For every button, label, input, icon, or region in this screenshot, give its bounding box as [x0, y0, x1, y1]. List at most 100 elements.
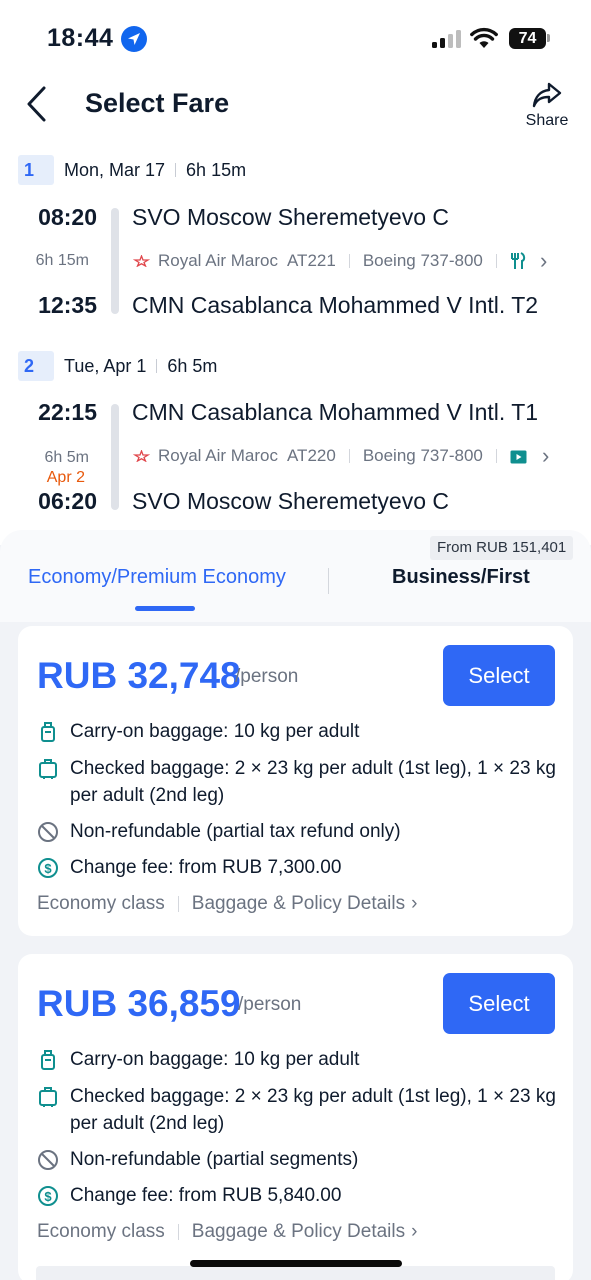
tab-business[interactable]: Business/First — [392, 566, 530, 589]
page-title: Select Fare — [85, 88, 230, 118]
divider — [495, 449, 497, 463]
divider — [177, 1224, 179, 1240]
chevron-left-icon — [27, 86, 46, 122]
airline-name: Royal Air Maroc — [158, 251, 278, 270]
carry-on-text: Carry-on baggage: 10 kg per adult — [70, 721, 360, 742]
carry-on-bag-icon — [41, 722, 55, 742]
departure-airport: CMN Casablanca Mohammed V Intl. T1 — [132, 399, 539, 425]
dollar-icon: $ — [38, 858, 58, 878]
business-price-badge: From RUB 151,401 — [430, 536, 574, 560]
policy-details-link[interactable]: Baggage & Policy Details — [192, 1221, 405, 1243]
entertainment-icon — [510, 450, 527, 463]
leg-duration: 6h 15m — [186, 159, 247, 180]
meal-icon — [510, 252, 525, 269]
leg-2-header: 2 Tue, Apr 1 6h 5m — [18, 351, 217, 381]
cabin-class: Economy class — [37, 893, 165, 914]
leg-date: Tue, Apr 1 — [64, 355, 147, 376]
arrival-airport: CMN Casablanca Mohammed V Intl. T2 — [132, 292, 539, 318]
cabin-class: Economy class — [37, 1221, 165, 1242]
chevron-right-icon: › — [411, 1221, 418, 1242]
per-person-label: /person — [238, 994, 302, 1015]
checked-bag-icon — [39, 759, 57, 779]
checked-bag-feature: Checked baggage: 2 × 23 kg per adult (1s… — [37, 1083, 557, 1137]
refund-feature: Non-refundable (partial segments) — [37, 1146, 557, 1173]
per-person-label: /person — [235, 666, 299, 687]
checked-bag-feature: Checked baggage: 2 × 23 kg per adult (1s… — [37, 755, 557, 809]
svg-text:$: $ — [44, 1189, 52, 1204]
airline-logo-icon — [133, 255, 150, 267]
refund-text: Non-refundable (partial segments) — [70, 1149, 359, 1170]
flight-duration: 6h 5m — [44, 449, 89, 466]
fare-card: RUB 36,859 /person Select Carry-on bagga… — [18, 954, 573, 1280]
tab-economy[interactable]: Economy/Premium Economy — [28, 566, 286, 589]
cellular-signal-icon — [432, 30, 462, 48]
active-tab-indicator — [135, 606, 195, 611]
select-button[interactable]: Select — [443, 645, 555, 706]
refund-text: Non-refundable (partial tax refund only) — [70, 821, 401, 842]
change-fee-text: Change fee: from RUB 7,300.00 — [70, 857, 342, 878]
share-label: Share — [525, 112, 569, 129]
flight-number: AT220 — [286, 446, 336, 465]
leg-1-header: 1 Mon, Mar 17 6h 15m — [18, 155, 246, 185]
fare-price: RUB 36,859 — [37, 983, 241, 1024]
aircraft-type: Boeing 737-800 — [362, 251, 483, 270]
chevron-right-icon[interactable]: › — [540, 248, 547, 274]
select-button[interactable]: Select — [443, 973, 555, 1034]
next-day-label: Apr 2 — [46, 469, 85, 486]
change-fee-text: Change fee: from RUB 5,840.00 — [70, 1185, 342, 1206]
airline-name: Royal Air Maroc — [158, 446, 278, 465]
divider — [156, 359, 158, 373]
back-button[interactable] — [20, 84, 56, 124]
no-refund-icon — [38, 822, 58, 842]
home-indicator[interactable] — [190, 1260, 402, 1267]
battery-tip — [547, 34, 550, 42]
fare-footer: Economy class Baggage & Policy Details › — [37, 1221, 417, 1243]
location-arrow-icon — [121, 26, 147, 52]
flight-details-row[interactable]: Royal Air Maroc AT221 Boeing 737-800 — [133, 249, 526, 273]
flight-duration: 6h 15m — [35, 252, 89, 269]
carry-on-bag-icon — [41, 1050, 55, 1070]
timeline-bar — [111, 208, 119, 314]
next-card-peek — [36, 1266, 555, 1280]
departure-airport: SVO Moscow Sheremetyevo C — [132, 204, 450, 230]
battery-indicator: 74 — [509, 28, 546, 49]
aircraft-type: Boeing 737-800 — [362, 446, 483, 465]
dollar-icon: $ — [38, 1186, 58, 1206]
arrival-airport: SVO Moscow Sheremetyevo C — [132, 488, 450, 514]
leg-number: 2 — [18, 351, 54, 381]
status-time: 18:44 — [47, 24, 114, 52]
timeline-bar — [111, 404, 119, 510]
leg-duration: 6h 5m — [167, 355, 218, 376]
wifi-icon — [470, 27, 498, 48]
fare-price: RUB 32,748 — [37, 655, 241, 696]
leg-number: 1 — [18, 155, 54, 185]
checked-bag-text: Checked baggage: 2 × 23 kg per adult (1s… — [70, 1086, 556, 1134]
carry-on-feature: Carry-on baggage: 10 kg per adult — [37, 1046, 557, 1073]
fare-card: RUB 32,748 /person Select Carry-on bagga… — [18, 626, 573, 936]
leg-date: Mon, Mar 17 — [64, 159, 166, 180]
change-fee-feature: $ Change fee: from RUB 7,300.00 — [37, 854, 557, 881]
policy-details-link[interactable]: Baggage & Policy Details — [192, 893, 405, 915]
arrive-time: 12:35 — [38, 292, 97, 318]
depart-time: 08:20 — [38, 204, 97, 230]
checked-bag-text: Checked baggage: 2 × 23 kg per adult (1s… — [70, 758, 556, 806]
tab-divider — [328, 568, 329, 594]
divider — [348, 254, 350, 268]
flight-number: AT221 — [286, 251, 336, 270]
divider — [175, 163, 177, 177]
svg-text:$: $ — [44, 861, 52, 876]
divider — [177, 896, 179, 912]
divider — [348, 449, 350, 463]
change-fee-feature: $ Change fee: from RUB 5,840.00 — [37, 1182, 557, 1209]
share-icon — [532, 82, 562, 108]
chevron-right-icon[interactable]: › — [542, 443, 549, 469]
checked-bag-icon — [39, 1087, 57, 1107]
no-refund-icon — [38, 1150, 58, 1170]
flight-details-row[interactable]: Royal Air Maroc AT220 Boeing 737-800 — [133, 444, 527, 468]
share-button[interactable]: Share — [520, 82, 574, 138]
chevron-right-icon: › — [411, 893, 418, 914]
divider — [495, 254, 497, 268]
carry-on-feature: Carry-on baggage: 10 kg per adult — [37, 718, 557, 745]
airline-logo-icon — [133, 450, 150, 462]
depart-time: 22:15 — [38, 399, 97, 425]
